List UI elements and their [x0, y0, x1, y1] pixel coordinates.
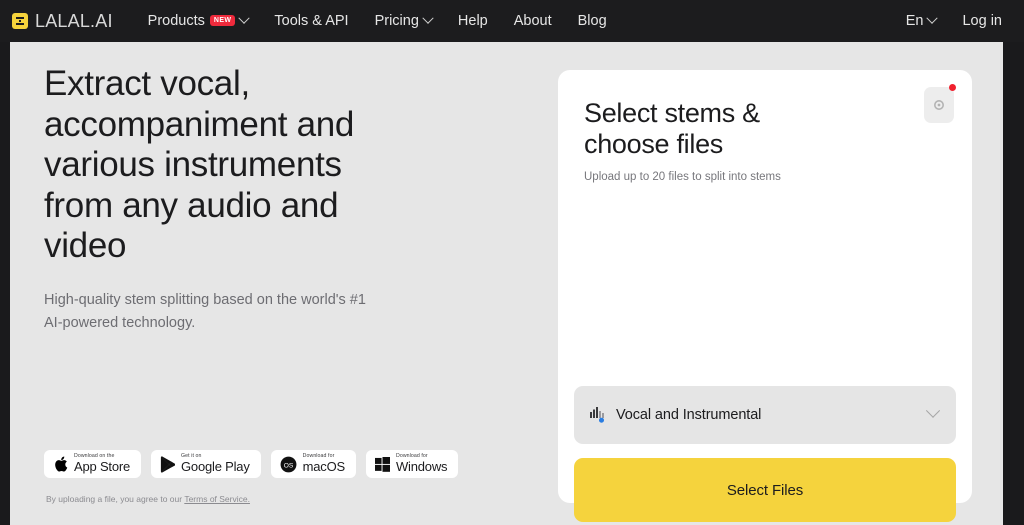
app-store-main-label: App Store — [74, 459, 131, 475]
macos-badge[interactable]: OS Download for macOS — [270, 450, 356, 478]
lalal-logo-icon — [12, 13, 28, 29]
legal-disclaimer: By uploading a file, you agree to our Te… — [46, 494, 250, 504]
nav-right-group: En Log in — [906, 0, 1002, 42]
google-play-main-label: Google Play — [181, 459, 250, 475]
download-badges: Download on the App Store Get it on Goog… — [44, 450, 459, 478]
windows-icon — [374, 456, 390, 472]
chevron-down-icon — [925, 403, 941, 418]
nav-item-pricing[interactable]: Pricing — [362, 0, 445, 42]
card-header: Select stems & choose files Upload up to… — [584, 98, 884, 183]
macos-text: Download for macOS — [302, 453, 346, 475]
nav-item-about[interactable]: About — [501, 0, 565, 42]
brand-name: LALAL.AI — [35, 10, 113, 31]
terms-of-service-link[interactable]: Terms of Service. — [184, 494, 250, 504]
macos-main-label: macOS — [302, 459, 346, 475]
windows-badge[interactable]: Download for Windows — [365, 450, 459, 478]
page-content: Extract vocal, accompaniment and various… — [10, 42, 1003, 525]
hero-section: Extract vocal, accompaniment and various… — [44, 64, 514, 335]
google-play-text: Get it on Google Play — [181, 453, 250, 475]
windows-text: Download for Windows — [395, 453, 448, 475]
brand-logo[interactable]: LALAL.AI — [12, 11, 113, 32]
nav-item-pricing-label: Pricing — [374, 13, 419, 29]
nav-item-blog[interactable]: Blog — [565, 0, 620, 42]
select-files-button[interactable]: Select Files — [574, 458, 956, 522]
language-selector[interactable]: En — [906, 0, 950, 42]
stem-selector[interactable]: Vocal and Instrumental — [574, 386, 956, 444]
app-store-text: Download on the App Store — [74, 453, 131, 475]
top-navigation-bar: LALAL.AI Products NEW Tools & API Pricin… — [0, 0, 1024, 42]
stem-waveform-icon — [590, 407, 607, 423]
card-subtitle: Upload up to 20 files to split into stem… — [584, 170, 781, 183]
google-play-icon — [160, 455, 176, 473]
gear-icon — [934, 100, 944, 110]
nav-item-tools-api-label: Tools & API — [274, 13, 349, 29]
upload-card: Select stems & choose files Upload up to… — [558, 70, 972, 522]
stem-selector-value: Vocal and Instrumental — [616, 407, 762, 423]
card-title: Select stems & choose files — [584, 98, 760, 159]
legal-prefix: By uploading a file, you agree to our — [46, 494, 185, 504]
app-store-badge[interactable]: Download on the App Store — [44, 450, 142, 478]
chevron-down-icon — [238, 12, 251, 24]
language-label: En — [905, 13, 924, 29]
apple-icon — [53, 455, 68, 473]
windows-main-label: Windows — [395, 459, 448, 475]
chevron-down-icon — [422, 12, 434, 24]
settings-button[interactable] — [924, 84, 956, 123]
nav-item-blog-label: Blog — [577, 13, 607, 29]
nav-left-group: LALAL.AI Products NEW Tools & API Pricin… — [12, 0, 620, 42]
notification-dot — [949, 84, 956, 91]
nav-item-about-label: About — [513, 13, 552, 29]
login-label: Log in — [962, 13, 1002, 29]
login-link[interactable]: Log in — [949, 0, 1002, 42]
macos-icon: OS — [280, 456, 297, 473]
chevron-down-icon — [926, 12, 939, 24]
page-title: Extract vocal, accompaniment and various… — [44, 64, 355, 266]
nav-item-products[interactable]: Products NEW — [135, 0, 262, 42]
nav-item-products-label: Products — [147, 13, 205, 29]
svg-text:OS: OS — [283, 462, 293, 469]
google-play-badge[interactable]: Get it on Google Play — [151, 450, 261, 478]
new-badge: NEW — [209, 14, 236, 26]
nav-item-tools-api[interactable]: Tools & API — [261, 0, 361, 42]
nav-item-help[interactable]: Help — [445, 0, 501, 42]
hero-subtitle: High-quality stem splitting based on the… — [44, 291, 366, 332]
nav-item-help-label: Help — [457, 13, 488, 29]
